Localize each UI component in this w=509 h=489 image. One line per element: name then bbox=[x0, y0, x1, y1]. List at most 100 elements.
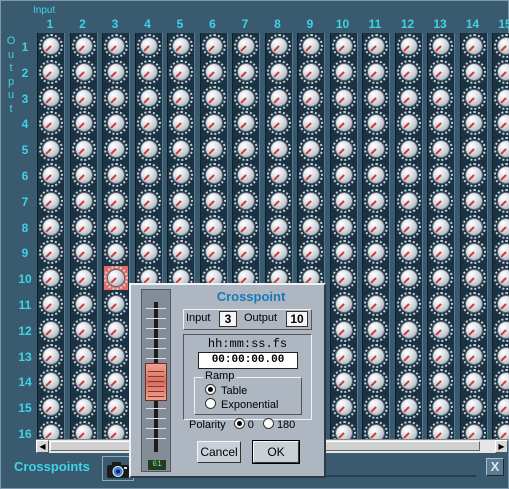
crosspoint-knob[interactable] bbox=[136, 163, 161, 187]
crosspoint-knob[interactable] bbox=[169, 34, 193, 58]
crosspoint-knob[interactable] bbox=[39, 317, 63, 342]
crosspoint-knob[interactable] bbox=[136, 85, 161, 110]
crosspoint-knob[interactable] bbox=[461, 111, 486, 136]
crosspoint-knob[interactable] bbox=[39, 343, 63, 368]
crosspoint-knob[interactable] bbox=[494, 369, 509, 394]
crosspoint-knob[interactable] bbox=[201, 111, 226, 136]
crosspoint-knob[interactable] bbox=[299, 59, 323, 84]
ok-button[interactable]: OK bbox=[252, 440, 300, 464]
crosspoint-knob[interactable] bbox=[299, 188, 323, 213]
crosspoint-knob[interactable] bbox=[494, 137, 509, 162]
crosspoint-knob[interactable] bbox=[364, 214, 388, 239]
crosspoint-knob[interactable] bbox=[396, 85, 421, 110]
crosspoint-knob[interactable] bbox=[429, 85, 453, 110]
crosspoint-knob[interactable] bbox=[39, 137, 63, 162]
crosspoint-knob[interactable] bbox=[266, 34, 291, 58]
crosspoint-knob[interactable] bbox=[234, 34, 258, 58]
crosspoint-knob[interactable] bbox=[266, 137, 291, 162]
crosspoint-knob[interactable] bbox=[266, 188, 291, 213]
crosspoint-knob[interactable] bbox=[494, 240, 509, 265]
crosspoint-knob[interactable] bbox=[169, 188, 193, 213]
crosspoint-knob[interactable] bbox=[39, 59, 63, 84]
crosspoint-knob[interactable] bbox=[39, 421, 63, 439]
crosspoint-knob[interactable] bbox=[169, 85, 193, 110]
crosspoint-knob[interactable] bbox=[169, 163, 193, 187]
crosspoint-knob[interactable] bbox=[429, 34, 453, 58]
crosspoint-knob[interactable] bbox=[136, 188, 161, 213]
crosspoint-knob[interactable] bbox=[104, 421, 128, 439]
crosspoint-knob[interactable] bbox=[364, 317, 388, 342]
crosspoint-knob[interactable] bbox=[461, 214, 486, 239]
selected-crosspoint-knob[interactable] bbox=[104, 266, 128, 291]
crosspoint-knob[interactable] bbox=[494, 421, 509, 439]
crosspoint-knob[interactable] bbox=[201, 34, 226, 58]
fader-handle[interactable] bbox=[145, 362, 167, 401]
crosspoint-knob[interactable] bbox=[71, 266, 96, 291]
crosspoint-knob[interactable] bbox=[461, 240, 486, 265]
crosspoint-knob[interactable] bbox=[39, 395, 63, 420]
crosspoint-knob[interactable] bbox=[461, 395, 486, 420]
crosspoint-knob[interactable] bbox=[331, 317, 356, 342]
crosspoint-knob[interactable] bbox=[201, 59, 226, 84]
crosspoint-knob[interactable] bbox=[429, 266, 453, 291]
crosspoint-knob[interactable] bbox=[104, 111, 128, 136]
scroll-right-button[interactable]: ▶ bbox=[495, 440, 508, 453]
cancel-button[interactable]: Cancel bbox=[197, 441, 241, 463]
crosspoint-knob[interactable] bbox=[461, 163, 486, 187]
crosspoint-knob[interactable] bbox=[331, 85, 356, 110]
polarity-option-0[interactable]: 0 bbox=[233, 418, 254, 431]
crosspoint-knob[interactable] bbox=[104, 240, 128, 265]
crosspoint-knob[interactable] bbox=[201, 85, 226, 110]
crosspoint-knob[interactable] bbox=[104, 317, 128, 342]
crosspoint-knob[interactable] bbox=[39, 214, 63, 239]
crosspoint-knob[interactable] bbox=[299, 34, 323, 58]
crosspoint-knob[interactable] bbox=[104, 59, 128, 84]
crosspoint-knob[interactable] bbox=[234, 111, 258, 136]
crosspoint-knob[interactable] bbox=[136, 34, 161, 58]
crosspoint-knob[interactable] bbox=[71, 395, 96, 420]
crosspoint-knob[interactable] bbox=[494, 188, 509, 213]
crosspoint-knob[interactable] bbox=[39, 266, 63, 291]
crosspoint-knob[interactable] bbox=[71, 240, 96, 265]
close-button[interactable]: X bbox=[486, 458, 504, 476]
crosspoint-knob[interactable] bbox=[299, 111, 323, 136]
crosspoint-knob[interactable] bbox=[39, 292, 63, 316]
crosspoint-knob[interactable] bbox=[494, 292, 509, 316]
crosspoint-knob[interactable] bbox=[136, 137, 161, 162]
crosspoint-knob[interactable] bbox=[364, 266, 388, 291]
crosspoint-knob[interactable] bbox=[71, 137, 96, 162]
crosspoint-knob[interactable] bbox=[266, 163, 291, 187]
crosspoint-knob[interactable] bbox=[136, 240, 161, 265]
crosspoint-knob[interactable] bbox=[396, 369, 421, 394]
crosspoint-knob[interactable] bbox=[429, 317, 453, 342]
crosspoint-knob[interactable] bbox=[331, 188, 356, 213]
crosspoint-knob[interactable] bbox=[234, 214, 258, 239]
crosspoint-knob[interactable] bbox=[331, 292, 356, 316]
crosspoint-knob[interactable] bbox=[396, 34, 421, 58]
crosspoint-knob[interactable] bbox=[299, 85, 323, 110]
crosspoint-knob[interactable] bbox=[331, 240, 356, 265]
crosspoint-knob[interactable] bbox=[234, 163, 258, 187]
crosspoint-knob[interactable] bbox=[136, 111, 161, 136]
crosspoint-knob[interactable] bbox=[461, 317, 486, 342]
crosspoint-knob[interactable] bbox=[364, 34, 388, 58]
crosspoint-knob[interactable] bbox=[461, 85, 486, 110]
crosspoint-knob[interactable] bbox=[396, 137, 421, 162]
crosspoint-knob[interactable] bbox=[364, 188, 388, 213]
crosspoint-knob[interactable] bbox=[169, 137, 193, 162]
crosspoint-knob[interactable] bbox=[461, 369, 486, 394]
crosspoint-knob[interactable] bbox=[494, 395, 509, 420]
crosspoint-knob[interactable] bbox=[429, 137, 453, 162]
crosspoint-knob[interactable] bbox=[429, 188, 453, 213]
crosspoint-knob[interactable] bbox=[39, 163, 63, 187]
crosspoint-knob[interactable] bbox=[71, 369, 96, 394]
crosspoint-knob[interactable] bbox=[461, 292, 486, 316]
crosspoint-knob[interactable] bbox=[429, 240, 453, 265]
ramp-option-table[interactable]: Table bbox=[205, 384, 247, 398]
crosspoint-knob[interactable] bbox=[494, 317, 509, 342]
crosspoint-knob[interactable] bbox=[201, 214, 226, 239]
polarity-option-180[interactable]: 180 bbox=[262, 418, 295, 431]
crosspoint-knob[interactable] bbox=[429, 59, 453, 84]
crosspoint-knob[interactable] bbox=[39, 240, 63, 265]
crosspoint-knob[interactable] bbox=[396, 266, 421, 291]
